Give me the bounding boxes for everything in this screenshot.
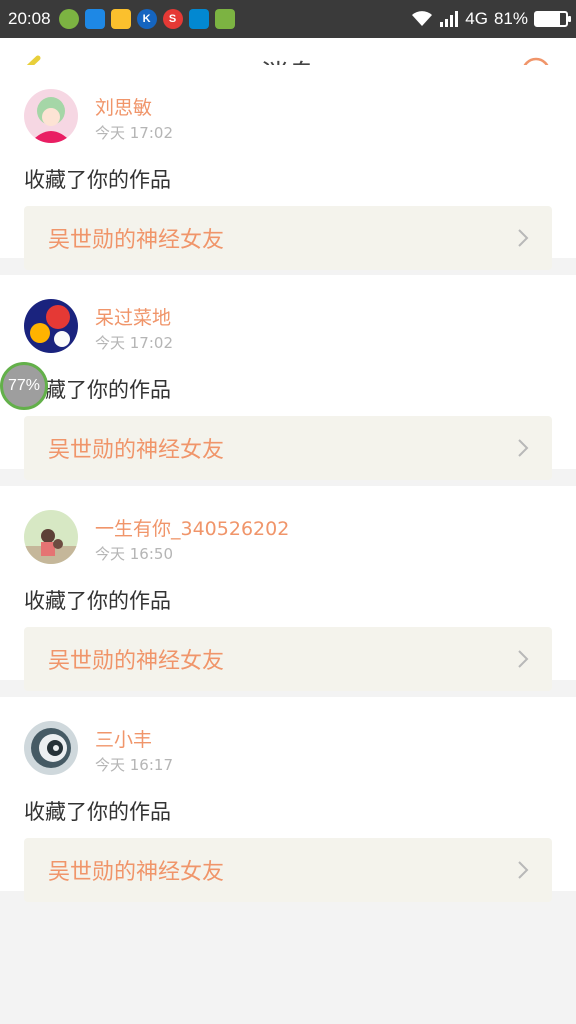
app-icon-5: S: [162, 9, 183, 29]
timestamp: 今天 17:02: [95, 124, 173, 142]
message-card: 一生有你_340526202 今天 16:50 收藏了你的作品 吴世勋的神经女友: [0, 486, 576, 691]
timestamp: 今天 16:17: [95, 756, 173, 774]
floating-badge-text: 77%: [7, 377, 41, 394]
work-link[interactable]: 吴世勋的神经女友: [24, 627, 552, 691]
work-title: 吴世勋的神经女友: [48, 649, 225, 674]
signal-icon: [440, 11, 459, 27]
chevron-right-icon: [518, 229, 529, 247]
action-text: 收藏了你的作品: [24, 589, 171, 613]
message-card: 呆过菜地 今天 17:02 收藏了你的作品 吴世勋的神经女友: [0, 275, 576, 480]
username[interactable]: 呆过菜地: [95, 303, 171, 330]
username[interactable]: 三小丰: [95, 725, 152, 752]
status-time: 20:08: [8, 9, 51, 28]
chevron-right-icon: [518, 861, 529, 879]
android-icon: [214, 9, 235, 29]
work-title: 吴世勋的神经女友: [48, 860, 225, 885]
username[interactable]: 一生有你_340526202: [95, 514, 289, 541]
work-link[interactable]: 吴世勋的神经女友: [24, 206, 552, 270]
timestamp: 今天 17:02: [95, 334, 173, 352]
username[interactable]: 刘思敏: [95, 93, 152, 120]
action-text: 收藏了你的作品: [24, 168, 171, 192]
avatar[interactable]: [24, 89, 78, 143]
message-card: 三小丰 今天 16:17 收藏了你的作品 吴世勋的神经女友: [0, 697, 576, 902]
chevron-right-icon: [518, 439, 529, 457]
work-title: 吴世勋的神经女友: [48, 438, 225, 463]
timestamp: 今天 16:50: [95, 545, 173, 563]
work-link[interactable]: 吴世勋的神经女友: [24, 416, 552, 480]
message-card: 刘思敏 今天 17:02 收藏了你的作品 吴世勋的神经女友: [0, 65, 576, 270]
message-list: 刘思敏 今天 17:02 收藏了你的作品 吴世勋的神经女友 呆过菜地 今天 17…: [0, 65, 576, 908]
app-icon-6: [188, 9, 209, 29]
avatar[interactable]: [24, 721, 78, 775]
chevron-right-icon: [518, 650, 529, 668]
notification-icons: K S: [58, 9, 235, 29]
network-type: 4G: [465, 9, 488, 28]
action-text: 收藏了你的作品: [24, 800, 171, 824]
work-title: 吴世勋的神经女友: [48, 228, 225, 253]
status-bar: 20:08 K S 4G 81%: [0, 0, 576, 38]
avatar[interactable]: [24, 299, 78, 353]
app-icon-2: [84, 9, 105, 29]
app-icon-1: [58, 9, 79, 29]
battery-icon: [534, 11, 571, 27]
floating-progress-badge[interactable]: 77%: [0, 362, 48, 410]
app-icon-3: [110, 9, 131, 29]
avatar[interactable]: [24, 510, 78, 564]
work-link[interactable]: 吴世勋的神经女友: [24, 838, 552, 902]
wifi-icon: [412, 11, 433, 26]
battery-percent: 81%: [493, 9, 528, 28]
app-icon-4: K: [136, 9, 157, 29]
